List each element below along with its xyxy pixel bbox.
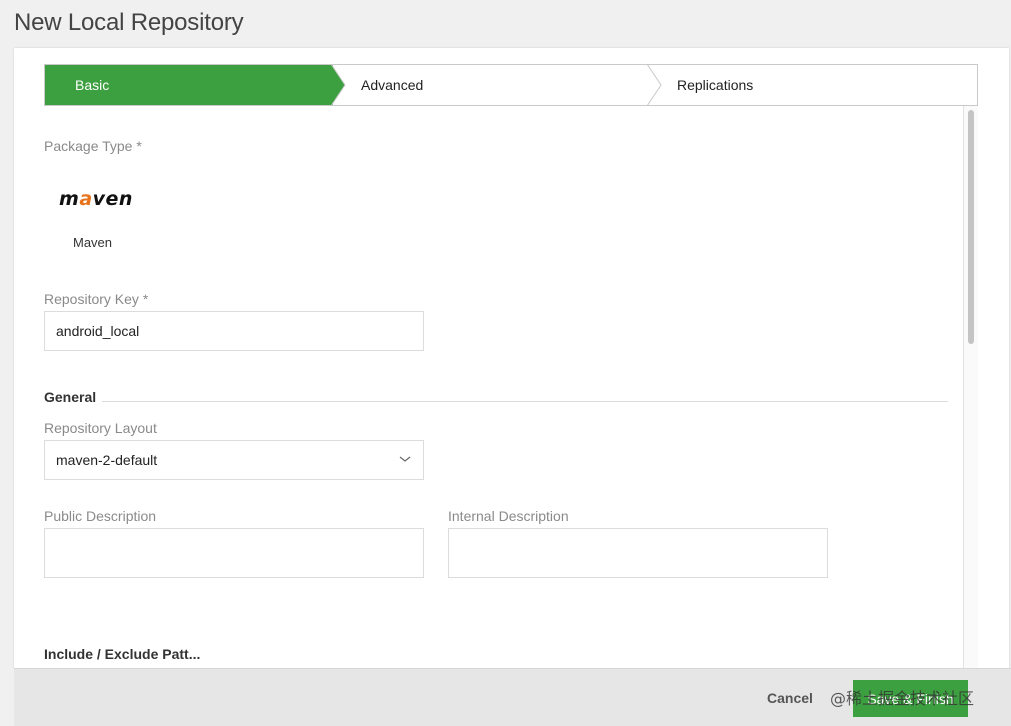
repository-layout-label: Repository Layout	[44, 420, 157, 436]
internal-description-label: Internal Description	[448, 508, 569, 524]
step-separator-icon	[331, 64, 346, 106]
maven-logo[interactable]: maven	[59, 188, 133, 210]
dialog-footer: Cancel Save & Finish	[14, 668, 1011, 726]
chevron-down-icon	[399, 456, 411, 462]
internal-description-input[interactable]	[448, 528, 828, 578]
save-and-finish-button[interactable]: Save & Finish	[853, 680, 968, 717]
section-divider	[102, 401, 948, 402]
new-repository-dialog: Basic Advanced Replications Package Type…	[14, 48, 1009, 668]
step-replications[interactable]: Replications	[677, 65, 977, 105]
step-basic-label: Basic	[75, 77, 110, 93]
wizard-steps: Basic Advanced Replications	[44, 64, 978, 106]
public-description-input[interactable]	[44, 528, 424, 578]
step-replications-label: Replications	[677, 77, 754, 93]
step-advanced-label: Advanced	[361, 77, 424, 93]
package-type-label: Package Type *	[44, 138, 142, 154]
general-section-title: General	[44, 389, 97, 405]
page-title: New Local Repository	[14, 9, 244, 36]
public-description-label: Public Description	[44, 508, 157, 524]
package-type-name: Maven	[73, 235, 113, 250]
scrollbar-thumb[interactable]	[968, 110, 974, 344]
repository-key-value: android_local	[56, 323, 140, 339]
step-advanced[interactable]: Advanced	[361, 65, 661, 105]
repository-layout-value: maven-2-default	[56, 452, 158, 468]
repository-key-input[interactable]: android_local	[44, 311, 424, 351]
repository-key-label: Repository Key *	[44, 291, 149, 307]
scrollbar[interactable]	[963, 106, 978, 668]
step-basic[interactable]: Basic	[45, 65, 333, 105]
repository-layout-select[interactable]: maven-2-default	[44, 440, 424, 480]
cancel-button[interactable]: Cancel	[767, 690, 813, 706]
include-exclude-patterns-title: Include / Exclude Patt...	[44, 646, 201, 662]
